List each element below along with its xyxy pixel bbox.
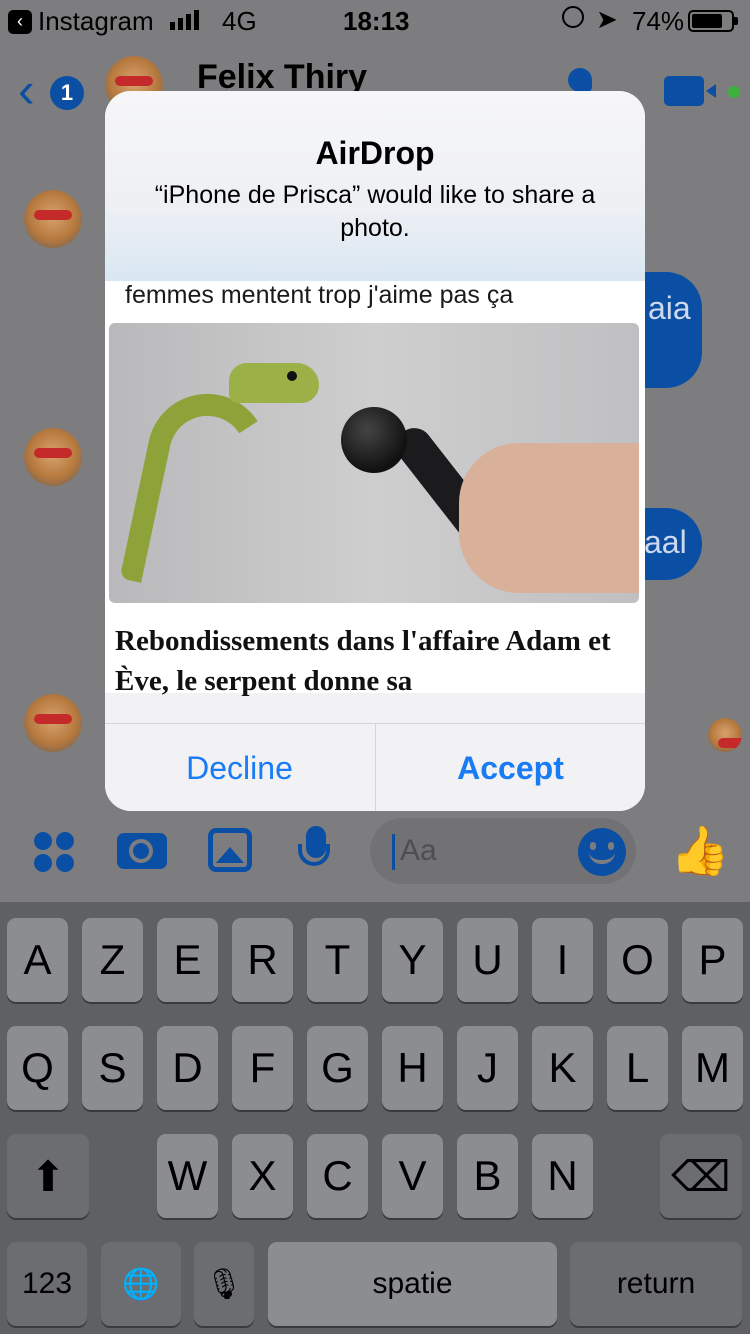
key-r[interactable]: R [232, 918, 293, 1002]
globe-key-icon[interactable]: 🌐 [101, 1242, 181, 1326]
decline-button[interactable]: Decline [105, 724, 374, 811]
key-k[interactable]: K [532, 1026, 593, 1110]
camera-icon[interactable] [117, 833, 167, 869]
online-status-dot [728, 86, 740, 98]
photo-gallery-icon[interactable] [208, 828, 252, 872]
clock: 18:13 [343, 6, 410, 36]
more-options-icon[interactable] [30, 828, 78, 876]
backspace-key-icon[interactable]: ⌫ [660, 1134, 742, 1218]
key-d[interactable]: D [157, 1026, 218, 1110]
back-to-app[interactable]: ‹ Instagram [8, 6, 154, 37]
rotation-lock-icon [562, 6, 584, 28]
key-x[interactable]: X [232, 1134, 293, 1218]
back-app-label: Instagram [38, 6, 154, 36]
shift-key-icon[interactable]: ⬆ [7, 1134, 89, 1218]
dictation-key-icon[interactable]: 🎙 [194, 1242, 254, 1326]
video-call-icon[interactable] [664, 76, 716, 106]
message-avatar [24, 190, 82, 248]
key-y[interactable]: Y [382, 918, 443, 1002]
message-avatar [24, 694, 82, 752]
key-q[interactable]: Q [7, 1026, 68, 1110]
airdrop-message: “iPhone de Prisca” would like to share a… [154, 181, 596, 242]
photo-preview: femmes mentent trop j'aime pas ça Rebond… [105, 281, 645, 697]
key-i[interactable]: I [532, 918, 593, 1002]
numbers-key[interactable]: 123 [7, 1242, 87, 1326]
airdrop-actions: Decline Accept [105, 723, 645, 811]
airdrop-dialog: AirDrop “iPhone de Prisca” would like to… [105, 91, 645, 811]
key-s[interactable]: S [82, 1026, 143, 1110]
key-p[interactable]: P [682, 918, 743, 1002]
key-v[interactable]: V [382, 1134, 443, 1218]
key-c[interactable]: C [307, 1134, 368, 1218]
network-type: 4G [222, 6, 257, 36]
phone-call-icon[interactable] [568, 68, 592, 92]
preview-caption: femmes mentent trop j'aime pas ça [125, 281, 514, 309]
key-g[interactable]: G [307, 1026, 368, 1110]
key-o[interactable]: O [607, 918, 668, 1002]
microphone-icon[interactable] [298, 826, 330, 866]
space-key[interactable]: spatie [268, 1242, 557, 1326]
key-j[interactable]: J [457, 1026, 518, 1110]
unread-badge: 1 [50, 76, 84, 110]
message-avatar [24, 428, 82, 486]
location-icon: ➤ [596, 4, 618, 34]
key-l[interactable]: L [607, 1026, 668, 1110]
airdrop-title: AirDrop [315, 135, 435, 171]
back-arrow-icon: ‹ [8, 9, 32, 34]
status-bar: ‹ Instagram 4G 18:13 ➤ 74% [0, 0, 750, 40]
battery-percent: 74% [632, 6, 685, 36]
snake-microphone-photo [109, 323, 639, 603]
message-placeholder: Aa [400, 834, 437, 867]
key-e[interactable]: E [157, 918, 218, 1002]
text-cursor [392, 834, 395, 870]
key-m[interactable]: M [682, 1026, 743, 1110]
key-b[interactable]: B [457, 1134, 518, 1218]
seen-avatar [708, 718, 742, 752]
return-key[interactable]: return [570, 1242, 742, 1326]
accept-button[interactable]: Accept [375, 724, 645, 811]
key-a[interactable]: A [7, 918, 68, 1002]
battery-icon [688, 10, 738, 32]
back-button[interactable]: ‹ [18, 65, 35, 115]
thumbs-up-icon[interactable]: 👍 [670, 822, 730, 879]
key-t[interactable]: T [307, 918, 368, 1002]
preview-headline: Rebondissements dans l'affaire Adam et È… [115, 625, 611, 697]
key-h[interactable]: H [382, 1026, 443, 1110]
key-u[interactable]: U [457, 918, 518, 1002]
key-n[interactable]: N [532, 1134, 593, 1218]
key-f[interactable]: F [232, 1026, 293, 1110]
key-w[interactable]: W [157, 1134, 218, 1218]
emoji-icon[interactable] [578, 828, 626, 876]
key-z[interactable]: Z [82, 918, 143, 1002]
signal-icon [170, 10, 199, 30]
